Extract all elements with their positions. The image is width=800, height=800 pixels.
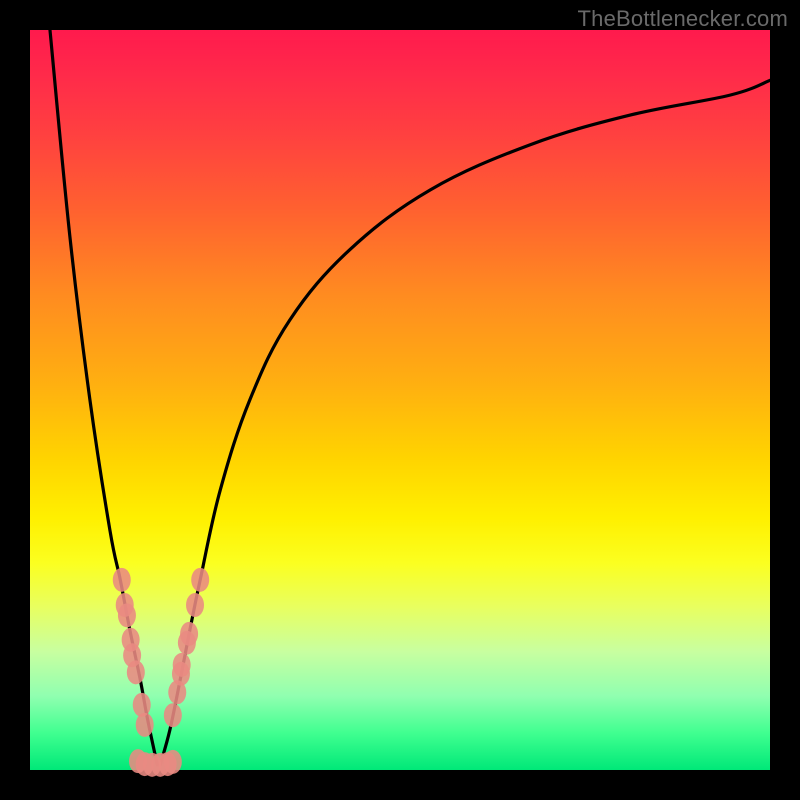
marker-dot bbox=[180, 622, 198, 646]
marker-dot bbox=[191, 568, 209, 592]
marker-dot bbox=[127, 660, 145, 684]
chart-svg bbox=[30, 30, 770, 770]
curve-left bbox=[50, 30, 157, 765]
marker-dot bbox=[164, 750, 182, 774]
marker-group bbox=[113, 568, 209, 777]
marker-dot bbox=[136, 713, 154, 737]
marker-dot bbox=[113, 568, 131, 592]
watermark-text: TheBottlenecker.com bbox=[578, 6, 788, 32]
marker-dot bbox=[164, 703, 182, 727]
plot-area bbox=[30, 30, 770, 770]
chart-frame: TheBottlenecker.com bbox=[0, 0, 800, 800]
marker-dot bbox=[133, 693, 151, 717]
marker-dot bbox=[186, 593, 204, 617]
curve-right bbox=[160, 80, 770, 765]
marker-dot bbox=[118, 603, 136, 627]
marker-dot bbox=[173, 653, 191, 677]
